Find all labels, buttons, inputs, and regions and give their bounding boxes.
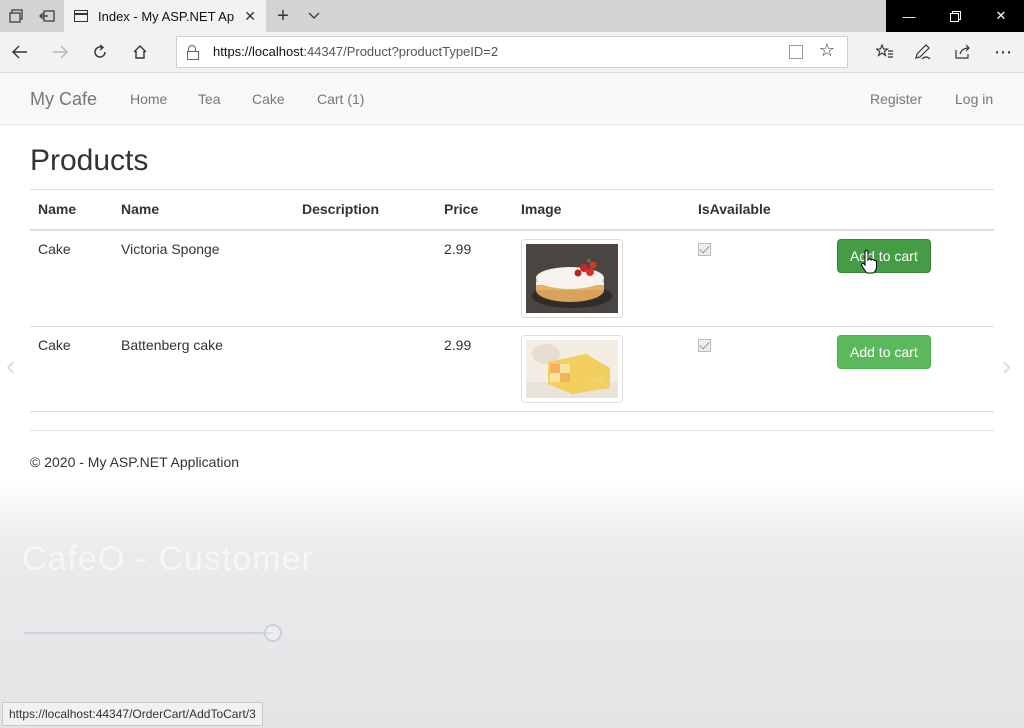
cell-available <box>690 326 825 412</box>
set-aside-tabs-icon[interactable] <box>36 0 58 32</box>
window-controls: — ✕ <box>886 0 1024 32</box>
nav-link-tea[interactable]: Tea <box>198 91 221 107</box>
tab-manager-icon[interactable] <box>6 0 26 32</box>
cell-name: Battenberg cake <box>113 326 294 412</box>
previous-slide-arrow-icon[interactable]: ‹ <box>6 350 15 382</box>
cell-image <box>513 326 690 412</box>
site-navbar: My Cafe Home Tea Cake Cart (1) Register … <box>0 73 1024 125</box>
tab-close-icon[interactable]: ✕ <box>244 8 256 25</box>
back-icon[interactable] <box>2 32 38 72</box>
browser-tab-strip: Index - My ASP.NET App ✕ + — ✕ <box>0 0 1024 32</box>
nav-link-cake[interactable]: Cake <box>252 91 285 107</box>
product-image-battenberg-cake <box>521 335 623 403</box>
site-brand-link[interactable]: My Cafe <box>30 89 97 110</box>
browser-tab-active[interactable]: Index - My ASP.NET App ✕ <box>64 0 266 32</box>
share-icon[interactable] <box>944 32 982 72</box>
favorite-star-icon[interactable]: ☆ <box>819 40 835 61</box>
cell-type: Cake <box>30 230 113 327</box>
column-header-price: Price <box>436 189 513 231</box>
column-header-actions <box>825 189 994 231</box>
address-url[interactable]: https://localhost:44347/Product?productT… <box>213 44 498 59</box>
column-header-type: Name <box>30 189 113 231</box>
page-icon <box>74 10 88 22</box>
column-header-image: Image <box>513 189 690 231</box>
tab-title: Index - My ASP.NET App <box>98 8 235 24</box>
tab-list-chevron-icon[interactable] <box>304 0 324 32</box>
available-checkbox <box>698 339 711 352</box>
page-footer: © 2020 - My ASP.NET Application <box>30 430 994 470</box>
add-to-cart-button[interactable]: Add to cart <box>837 239 931 273</box>
nav-link-cart[interactable]: Cart (1) <box>317 91 364 107</box>
address-bar[interactable]: https://localhost:44347/Product?productT… <box>176 36 848 68</box>
cell-name: Victoria Sponge <box>113 230 294 327</box>
reading-view-icon[interactable] <box>789 45 803 59</box>
close-window-icon[interactable]: ✕ <box>978 0 1024 32</box>
cell-description <box>294 230 436 327</box>
page-title: Products <box>30 144 149 177</box>
table-row: Cake Battenberg cake 2.99 Add to cart <box>30 326 994 412</box>
product-image-victoria-sponge <box>521 239 623 318</box>
footer-copyright: © 2020 - My ASP.NET Application <box>30 454 240 470</box>
add-to-cart-button[interactable]: Add to cart <box>837 335 931 369</box>
cell-price: 2.99 <box>436 326 513 412</box>
more-menu-icon[interactable]: ⋯ <box>984 32 1022 72</box>
nav-link-home[interactable]: Home <box>130 91 167 107</box>
column-header-description: Description <box>294 189 436 231</box>
cell-available <box>690 230 825 327</box>
hand-cursor-icon <box>860 249 878 279</box>
forward-icon[interactable] <box>42 32 78 72</box>
table-row: Cake Victoria Sponge 2.99 Add to cart <box>30 230 994 327</box>
next-slide-arrow-icon[interactable]: › <box>1002 350 1011 382</box>
available-checkbox <box>698 243 711 256</box>
overlay-progress-knob[interactable] <box>264 624 282 642</box>
column-header-available: IsAvailable <box>690 189 825 231</box>
favorites-hub-icon[interactable] <box>866 32 904 72</box>
new-tab-icon[interactable]: + <box>272 0 294 32</box>
products-table: Name Name Description Price Image IsAvai… <box>30 189 994 412</box>
lock-icon <box>187 45 199 60</box>
pen-notes-icon[interactable] <box>904 32 942 72</box>
nav-link-login[interactable]: Log in <box>955 91 993 107</box>
overlay-progress-track[interactable] <box>24 632 273 634</box>
nav-link-register[interactable]: Register <box>870 91 922 107</box>
refresh-icon[interactable] <box>82 32 118 72</box>
cell-image <box>513 230 690 327</box>
table-header-row: Name Name Description Price Image IsAvai… <box>30 189 994 231</box>
home-icon[interactable] <box>122 32 158 72</box>
cell-price: 2.99 <box>436 230 513 327</box>
status-bar-url: https://localhost:44347/OrderCart/AddToC… <box>2 702 263 726</box>
video-overlay <box>0 480 1024 728</box>
minimize-icon[interactable]: — <box>886 0 932 32</box>
restore-icon[interactable] <box>932 0 978 32</box>
cell-type: Cake <box>30 326 113 412</box>
column-header-name: Name <box>113 189 294 231</box>
overlay-title: CafeO - Customer <box>22 540 314 578</box>
cell-actions: Add to cart <box>825 230 994 327</box>
cell-description <box>294 326 436 412</box>
cell-actions: Add to cart <box>825 326 994 412</box>
